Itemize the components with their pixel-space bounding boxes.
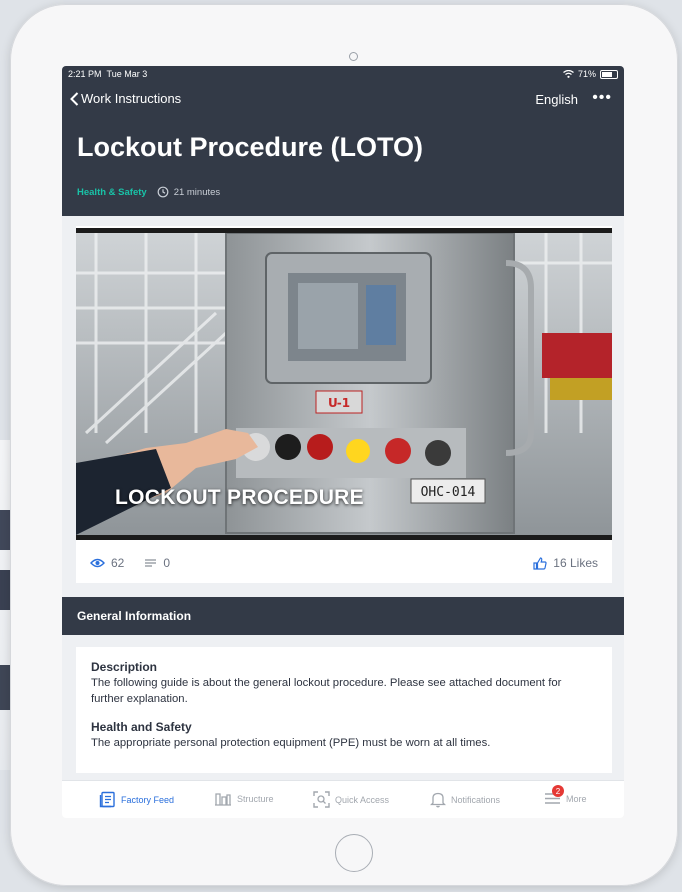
- bell-icon: [430, 792, 446, 808]
- chevron-left-icon: [70, 91, 79, 106]
- comment-count-value: 0: [163, 556, 171, 570]
- description-text: The following guide is about the general…: [91, 676, 562, 705]
- app-screen: 2:21 PM Tue Mar 3 71% Work Instructions …: [62, 66, 624, 818]
- like-count: 16 Likes: [553, 556, 598, 570]
- description-block: Description The following guide is about…: [91, 659, 597, 707]
- back-button-label: Work Instructions: [81, 91, 182, 106]
- like-button[interactable]: 16 Likes: [533, 556, 598, 570]
- status-date: Tue Mar 3: [106, 69, 148, 79]
- engagement-stats: 62 0 16 Likes: [76, 548, 612, 578]
- language-selector[interactable]: English: [535, 92, 578, 107]
- page-title: Lockout Procedure (LOTO): [77, 132, 424, 162]
- safety-text: The appropriate personal protection equi…: [91, 737, 491, 750]
- status-time-value: 2:21 PM: [68, 69, 102, 79]
- eye-icon: [90, 558, 105, 568]
- tab-label: Structure: [237, 793, 274, 804]
- machine-tag: OHC-014: [421, 485, 476, 500]
- status-indicators: 71%: [563, 69, 618, 79]
- video-player[interactable]: Ս-1 OHC-014 LOCKOUT PROCEDURE: [76, 228, 612, 540]
- history-clock-icon: [157, 186, 169, 198]
- general-info-card: Description The following guide is about…: [76, 647, 612, 773]
- safety-block: Health and Safety The appropriate person…: [91, 719, 597, 752]
- instruction-meta: Health & Safety 21 minutes: [77, 186, 220, 198]
- battery-percent: 71%: [577, 69, 596, 79]
- tab-label: Factory Feed: [121, 794, 175, 805]
- scan-icon: [313, 791, 330, 808]
- wifi-icon: [563, 70, 574, 78]
- view-count: 62: [90, 556, 124, 570]
- video-card: Ս-1 OHC-014 LOCKOUT PROCEDURE 62 0 16 Li…: [76, 226, 612, 583]
- thumbs-up-icon: [533, 556, 547, 570]
- home-button[interactable]: [335, 834, 373, 872]
- comment-lines-icon: [145, 559, 157, 567]
- structure-icon: [215, 793, 231, 806]
- tab-quick-access[interactable]: Quick Access: [313, 791, 389, 808]
- tab-structure[interactable]: Structure: [214, 791, 274, 806]
- duration: 21 minutes: [157, 186, 220, 198]
- back-button[interactable]: Work Instructions: [70, 91, 181, 106]
- camera: [349, 52, 358, 61]
- menu-icon-wrap: 2: [544, 785, 564, 806]
- status-bar: 2:21 PM Tue Mar 3 71%: [68, 69, 618, 81]
- video-caption: LOCKOUT PROCEDURE: [115, 486, 364, 509]
- panel-label: Ս-1: [328, 396, 350, 410]
- tab-label: More: [566, 793, 587, 804]
- tab-notifications[interactable]: Notifications: [430, 791, 500, 808]
- tab-factory-feed[interactable]: Factory Feed: [99, 791, 174, 808]
- section-header: General Information: [62, 597, 624, 635]
- duration-value: 21 minutes: [173, 186, 221, 198]
- nav-bar: Work Instructions English •••: [62, 89, 624, 111]
- more-options-icon[interactable]: •••: [592, 89, 612, 107]
- description-heading: Description: [91, 660, 158, 674]
- header: 2:21 PM Tue Mar 3 71% Work Instructions …: [62, 66, 624, 216]
- notification-badge: 2: [552, 785, 564, 797]
- tab-more[interactable]: 2 More: [544, 785, 587, 806]
- bottom-tab-bar: Factory Feed Structure Quick Access Noti…: [62, 780, 624, 818]
- tab-label: Notifications: [451, 794, 501, 805]
- safety-heading: Health and Safety: [91, 720, 192, 735]
- status-time: 2:21 PM Tue Mar 3: [68, 69, 147, 79]
- view-count-value: 62: [111, 556, 125, 570]
- tab-label: Quick Access: [335, 794, 390, 805]
- comment-count[interactable]: 0: [144, 556, 170, 570]
- feed-icon: [99, 791, 115, 808]
- category-tag[interactable]: Health & Safety: [77, 187, 147, 198]
- battery-icon: [600, 69, 618, 79]
